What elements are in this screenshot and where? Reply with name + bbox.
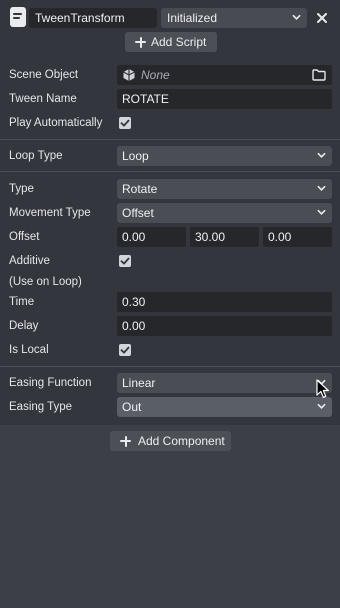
additive-label: Additive (9, 255, 50, 267)
chevron-down-icon (317, 209, 326, 215)
tween-name-label: Tween Name (9, 93, 77, 105)
add-component-label: Add Component (138, 434, 225, 448)
loop-type-value: Loop (122, 149, 149, 163)
scene-object-value: None (141, 68, 170, 82)
additive-sublabel: (Use on Loop) (9, 276, 82, 288)
scene-object-icon (123, 69, 135, 81)
section-divider (0, 171, 340, 172)
component-header: TweenTransform Initialized (0, 0, 340, 36)
is-local-checkbox[interactable] (119, 344, 131, 356)
type-label: Type (9, 183, 34, 195)
check-icon (120, 257, 130, 265)
easing-type-select[interactable]: Out (117, 397, 332, 417)
easing-type-value: Out (122, 400, 142, 414)
mouse-pointer-icon (316, 379, 329, 398)
section-divider (0, 366, 340, 367)
time-input[interactable]: 0.30 (117, 292, 332, 312)
loop-type-label: Loop Type (9, 150, 63, 162)
movement-type-value: Offset (122, 206, 154, 220)
type-select[interactable]: Rotate (117, 179, 332, 199)
tween-name-input[interactable]: ROTATE (117, 89, 332, 109)
chevron-down-icon (292, 14, 301, 20)
offset-label: Offset (9, 231, 40, 243)
chevron-down-icon (317, 403, 326, 409)
easing-function-select[interactable]: Linear (117, 373, 332, 393)
check-icon (120, 119, 130, 127)
plus-icon (120, 435, 131, 447)
scene-object-label: Scene Object (9, 69, 79, 81)
add-script-label: Add Script (151, 35, 207, 49)
close-icon[interactable] (312, 8, 332, 28)
movement-type-select[interactable]: Offset (117, 203, 332, 223)
offset-z-input[interactable]: 0.00 (263, 227, 332, 247)
offset-y-input[interactable]: 30.00 (190, 227, 259, 247)
offset-x-input[interactable]: 0.00 (117, 227, 186, 247)
scene-object-field[interactable]: None (117, 65, 332, 85)
easing-function-label: Easing Function (9, 377, 92, 389)
script-file-icon (10, 7, 26, 27)
play-automatically-checkbox[interactable] (119, 117, 131, 129)
delay-input[interactable]: 0.00 (117, 316, 332, 336)
easing-type-label: Easing Type (9, 401, 73, 413)
play-automatically-label: Play Automatically (9, 117, 103, 129)
loop-type-select[interactable]: Loop (117, 146, 332, 166)
inspector-panel: TweenTransform Initialized Add Script Sc… (0, 0, 340, 425)
movement-type-label: Movement Type (9, 207, 91, 219)
chevron-down-icon (317, 185, 326, 191)
status-select-value: Initialized (167, 11, 218, 25)
add-script-button[interactable]: Add Script (125, 32, 217, 52)
type-value: Rotate (122, 182, 158, 196)
is-local-label: Is Local (9, 344, 49, 356)
folder-icon[interactable] (312, 69, 326, 81)
delay-label: Delay (9, 320, 39, 332)
plus-icon (135, 36, 146, 48)
chevron-down-icon (317, 152, 326, 158)
check-icon (120, 346, 130, 354)
time-label: Time (9, 296, 35, 308)
easing-function-value: Linear (122, 376, 156, 390)
script-name-field[interactable]: TweenTransform (29, 8, 157, 28)
add-component-button[interactable]: Add Component (110, 431, 231, 451)
section-divider (0, 139, 340, 140)
status-select[interactable]: Initialized (161, 8, 307, 28)
additive-checkbox[interactable] (119, 255, 131, 267)
